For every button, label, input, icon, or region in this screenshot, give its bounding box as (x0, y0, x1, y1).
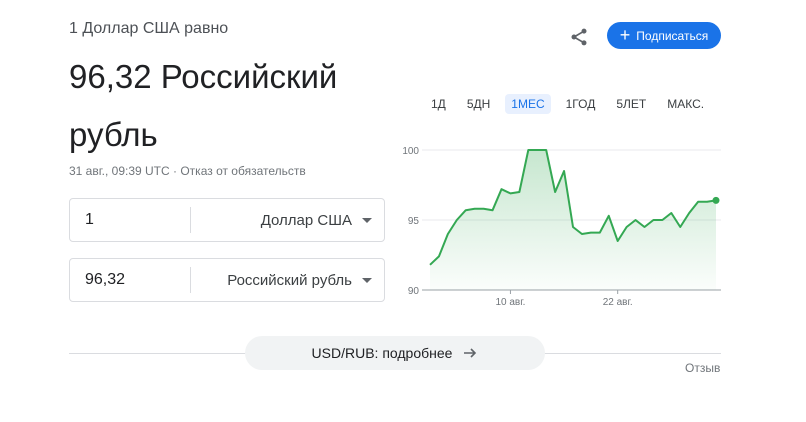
exchange-rate-chart[interactable]: 100 95 90 10 авг. 22 авг. (395, 138, 725, 318)
tab-5d[interactable]: 5ДН (461, 94, 496, 114)
tab-1y[interactable]: 1ГОД (560, 94, 602, 114)
to-currency-row: 96,32 Российский рубль (69, 258, 385, 302)
last-value-point (712, 196, 720, 204)
to-currency-label: Российский рубль (227, 271, 352, 289)
tab-1m[interactable]: 1МЕС (505, 94, 551, 114)
to-currency-select[interactable]: Российский рубль (191, 272, 384, 289)
chevron-down-icon (362, 217, 372, 223)
arrow-right-icon (464, 348, 477, 358)
x-tick-label: 10 авг. (495, 297, 525, 308)
subscribe-label: Подписаться (636, 28, 709, 43)
y-tick-label: 90 (408, 286, 420, 297)
headline-line-1: 96,32 Российский (69, 58, 338, 95)
x-tick-label: 22 авг. (603, 297, 633, 308)
rate-meta: 31 авг., 09:39 UTC · Отказ от обязательс… (69, 164, 306, 178)
feedback-link[interactable]: Отзыв (685, 361, 720, 375)
from-currency-select[interactable]: Доллар США (191, 212, 384, 229)
plus-icon: + (619, 24, 631, 45)
converted-amount-headline: 96,32 Российский рубль (69, 48, 389, 164)
from-amount-input[interactable]: 1 (70, 211, 190, 229)
meta-separator: · (169, 164, 181, 178)
chevron-down-icon (362, 277, 372, 283)
disclaimer-link[interactable]: Отказ от обязательств (180, 164, 305, 178)
tab-1d[interactable]: 1Д (425, 94, 452, 114)
tab-max[interactable]: МАКС. (661, 94, 710, 114)
share-button[interactable] (566, 24, 592, 50)
rate-timestamp: 31 авг., 09:39 UTC (69, 164, 170, 178)
range-tabs: 1Д 5ДН 1МЕС 1ГОД 5ЛЕТ МАКС. (425, 94, 719, 114)
y-tick-label: 100 (402, 146, 419, 157)
to-amount-input[interactable]: 96,32 (70, 271, 190, 289)
conversion-subtitle: 1 Доллар США равно (69, 20, 229, 37)
subscribe-button[interactable]: + Подписаться (607, 22, 721, 49)
share-icon (571, 28, 587, 46)
y-tick-label: 95 (408, 216, 420, 227)
from-currency-row: 1 Доллар США (69, 198, 385, 242)
more-details-label: USD/RUB: подробнее (311, 345, 453, 361)
tab-5y[interactable]: 5ЛЕТ (610, 94, 652, 114)
from-currency-label: Доллар США (260, 211, 352, 229)
more-details-button[interactable]: USD/RUB: подробнее (245, 336, 545, 370)
headline-line-2: рубль (69, 116, 158, 153)
